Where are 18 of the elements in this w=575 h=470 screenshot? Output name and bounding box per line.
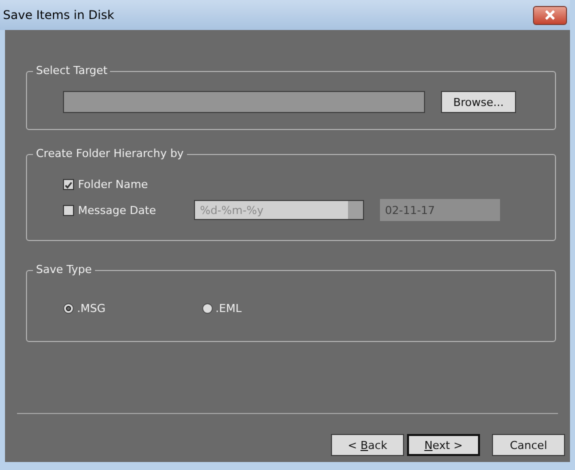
group-title: Save Type (33, 263, 95, 277)
checkbox[interactable]: Folder Name (63, 178, 148, 191)
group-title: Create Folder Hierarchy by (33, 147, 187, 161)
radio-selected-icon (63, 303, 74, 314)
wizard-button[interactable]: < Back (331, 434, 404, 456)
window-title: Save Items in Disk (2, 8, 114, 22)
wizard-button[interactable]: Next > (407, 434, 480, 456)
checkbox[interactable]: Message Date (63, 204, 156, 216)
radio-button[interactable]: .MSG (63, 302, 106, 315)
wizard-button[interactable]: Cancel (492, 434, 565, 456)
radio-empty-icon (202, 303, 212, 314)
close-button[interactable] (533, 6, 567, 24)
path-field[interactable] (63, 91, 425, 113)
close-icon (544, 10, 556, 20)
check-icon (64, 181, 73, 190)
group-title: Select Target (33, 64, 110, 78)
radio-button[interactable]: .EML (202, 302, 242, 315)
browse-button[interactable]: Browse... (441, 91, 516, 113)
